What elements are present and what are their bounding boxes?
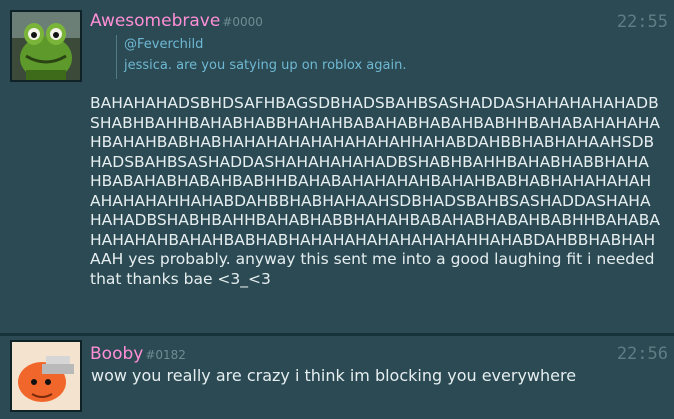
chat-log: Awesomebrave #0000 22:55 @Feverchild jess… <box>0 0 674 419</box>
message-header: Booby #0182 <box>90 344 186 365</box>
message-header: Awesomebrave #0000 <box>90 11 263 32</box>
message-text: BAHAHAHADSBHDSAFHBAGSDBHADSBAHBSASHADDAS… <box>90 94 661 288</box>
username[interactable]: Booby <box>90 344 143 364</box>
chat-message: Booby #0182 22:56 wow you really are craz… <box>0 336 674 419</box>
user-discriminator: #0000 <box>222 15 263 29</box>
timestamp: 22:55 <box>616 12 668 32</box>
reply-text: jessica. are you satying up on roblox ag… <box>124 58 407 73</box>
timestamp: 22:56 <box>616 344 668 364</box>
reply-quote[interactable]: @Feverchild jessica. are you satying up … <box>116 35 656 79</box>
chat-message: Awesomebrave #0000 22:55 @Feverchild jess… <box>0 0 674 333</box>
username[interactable]: Awesomebrave <box>90 11 220 31</box>
message-text: wow you really are crazy i think im bloc… <box>91 366 577 385</box>
chainsaw-dog-avatar-icon[interactable] <box>10 340 82 412</box>
frog-avatar-icon[interactable] <box>10 10 82 82</box>
reply-mention[interactable]: @Feverchild <box>124 37 203 53</box>
user-discriminator: #0182 <box>145 348 186 362</box>
quote-bar <box>116 35 117 79</box>
